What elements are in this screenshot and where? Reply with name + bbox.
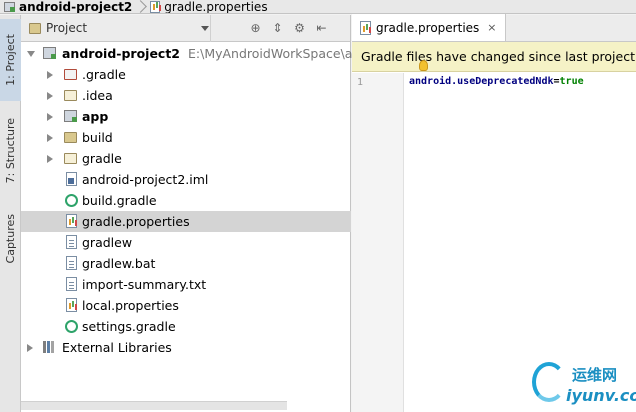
editor-tab-bar: gradle.properties ×	[352, 14, 636, 42]
tab-structure-label: 7: Structure	[4, 118, 17, 184]
library-icon	[43, 341, 57, 353]
folder-icon	[64, 90, 77, 101]
tree-item-build-gradle[interactable]: build.gradle	[21, 190, 351, 211]
module-icon	[4, 1, 15, 12]
tree-item-gradlew[interactable]: gradlew	[21, 232, 351, 253]
tree-item-idea[interactable]: .idea	[21, 85, 351, 106]
tab-captures-label: Captures	[4, 214, 17, 264]
watermark-logo: 运维网 iyunv.com	[530, 360, 636, 412]
properties-file-icon	[66, 214, 77, 228]
code-line[interactable]: android.useDeprecatedNdk=true	[409, 76, 584, 87]
tree-root-label: android-project2	[62, 46, 180, 61]
tree-item-label: gradle.properties	[82, 214, 190, 229]
close-icon[interactable]: ×	[487, 21, 496, 34]
chevron-right-icon[interactable]	[47, 92, 53, 100]
text-file-icon	[66, 277, 77, 291]
tab-label: gradle.properties	[376, 20, 480, 35]
tree-item-app[interactable]: app	[21, 106, 351, 127]
tree-item-import-summary[interactable]: import-summary.txt	[21, 274, 351, 295]
breadcrumb: android-project2 gradle.properties	[0, 0, 636, 14]
tree-item-label: gradlew	[82, 235, 133, 250]
tree-item-label: gradle	[82, 151, 122, 166]
folder-icon	[64, 132, 77, 143]
tree-item-label: .idea	[82, 88, 113, 103]
editor-area: gradle.properties × Gradle files have ch…	[352, 14, 636, 412]
gradle-file-icon	[65, 194, 78, 207]
project-view-icon	[29, 23, 41, 34]
breadcrumb-item-project[interactable]: android-project2	[0, 0, 136, 14]
code-value: true	[559, 76, 584, 87]
breadcrumb-item-file[interactable]: gradle.properties	[146, 0, 271, 14]
tree-item-label: settings.gradle	[82, 319, 176, 334]
code-key: android.useDeprecatedNdk	[409, 76, 554, 87]
project-view-label: Project	[46, 21, 88, 35]
globe-icon[interactable]: ⊕	[249, 21, 262, 35]
tree-item-gradlew-bat[interactable]: gradlew.bat	[21, 253, 351, 274]
notification-text: Gradle files have changed since last pro…	[361, 49, 636, 64]
tree-item-label: local.properties	[82, 298, 179, 313]
iml-file-icon	[66, 172, 77, 186]
project-panel-header: Project ⊕ ⇕ ⚙ ⇤	[21, 14, 350, 42]
tree-item-label: build	[82, 130, 113, 145]
project-panel: Project ⊕ ⇕ ⚙ ⇤ android-project2 E:\MyAnd…	[21, 14, 373, 412]
watermark-cn: 运维网	[572, 366, 618, 384]
tree-item-label: External Libraries	[62, 340, 172, 355]
collapse-icon[interactable]: ⇕	[271, 21, 284, 35]
tree-item-local-properties[interactable]: local.properties	[21, 295, 351, 316]
sync-notification-bar: Gradle files have changed since last pro…	[352, 42, 636, 72]
gradle-file-icon	[65, 320, 78, 333]
project-view-dropdown[interactable]: Project	[21, 14, 211, 42]
hide-icon[interactable]: ⇤	[315, 21, 328, 35]
tree-item-external-libraries[interactable]: External Libraries	[21, 337, 351, 358]
tool-window-strip: 1: Project 7: Structure Captures	[0, 15, 21, 412]
tree-item-label: android-project2.iml	[82, 172, 209, 187]
module-icon	[43, 47, 56, 59]
tree-item-label: import-summary.txt	[82, 277, 207, 292]
tree-item-root[interactable]: android-project2 E:\MyAndroidWorkSpace\an…	[21, 43, 373, 64]
text-file-icon	[66, 256, 77, 270]
chevron-right-icon[interactable]	[47, 71, 53, 79]
tab-project[interactable]: 1: Project	[0, 19, 21, 101]
module-icon	[64, 110, 77, 122]
tree-item-gradle[interactable]: gradle	[21, 148, 351, 169]
horizontal-scrollbar[interactable]	[21, 401, 287, 410]
line-gutter: 1	[352, 73, 404, 412]
tab-gradle-properties[interactable]: gradle.properties ×	[352, 14, 506, 41]
text-file-icon	[66, 235, 77, 249]
chevron-right-icon[interactable]	[27, 344, 33, 352]
watermark-en: iyunv.com	[566, 386, 636, 405]
tab-project-label: 1: Project	[4, 34, 17, 86]
tab-captures[interactable]: Captures	[0, 207, 21, 271]
tree-item-label: .gradle	[82, 67, 126, 82]
breadcrumb-project-label: android-project2	[19, 0, 133, 14]
chevron-right-icon[interactable]	[47, 113, 53, 121]
tree-root-path: E:\MyAndroidWorkSpace\andr	[188, 46, 374, 61]
properties-file-icon	[150, 0, 161, 13]
chevron-right-icon[interactable]	[47, 134, 53, 142]
line-number: 1	[357, 77, 364, 88]
lightbulb-icon[interactable]	[419, 60, 428, 71]
tree-item-label: app	[82, 109, 109, 124]
chevron-right-icon[interactable]	[47, 155, 53, 163]
tree-item-gradle-properties[interactable]: gradle.properties	[21, 211, 351, 232]
chevron-down-icon[interactable]	[27, 51, 35, 57]
tree-item-label: build.gradle	[82, 193, 157, 208]
chevron-right-icon	[136, 0, 146, 13]
tree-item-gradle-dir[interactable]: .gradle	[21, 64, 351, 85]
folder-excluded-icon	[64, 69, 77, 80]
properties-file-icon	[66, 298, 77, 312]
folder-icon	[64, 153, 77, 164]
breadcrumb-file-label: gradle.properties	[164, 0, 268, 14]
tab-structure[interactable]: 7: Structure	[0, 111, 21, 191]
tree-item-label: gradlew.bat	[82, 256, 156, 271]
properties-file-icon	[360, 20, 371, 35]
tree-item-settings-gradle[interactable]: settings.gradle	[21, 316, 351, 337]
tree-item-build[interactable]: build	[21, 127, 351, 148]
gear-icon[interactable]: ⚙	[293, 21, 306, 35]
chevron-down-icon	[201, 26, 209, 31]
swirl-logo-icon	[532, 362, 566, 402]
tree-item-iml[interactable]: android-project2.iml	[21, 169, 351, 190]
